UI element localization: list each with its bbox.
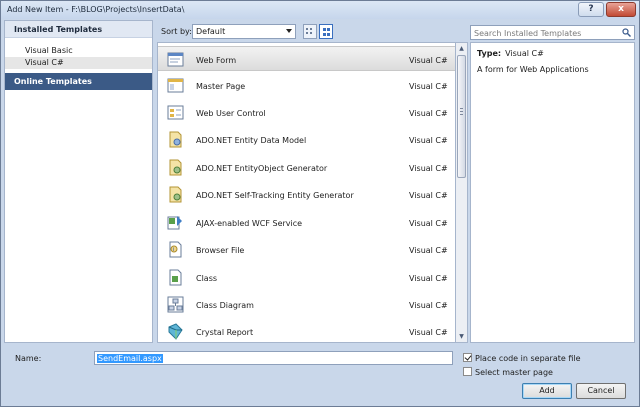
list-scrollbar[interactable]: ▲ ▼ bbox=[456, 42, 468, 343]
sort-value: Default bbox=[196, 27, 226, 36]
installed-templates-header[interactable]: Installed Templates bbox=[5, 21, 152, 38]
template-language: Visual C# bbox=[409, 219, 448, 228]
cancel-button[interactable]: Cancel bbox=[576, 383, 626, 399]
search-icon[interactable] bbox=[622, 28, 631, 37]
list-item[interactable]: Web User Control Visual C# bbox=[158, 100, 455, 125]
template-name: Class bbox=[196, 274, 218, 283]
sort-dropdown[interactable]: Default bbox=[192, 24, 296, 39]
search-placeholder: Search Installed Templates bbox=[474, 29, 582, 38]
template-name: Browser File bbox=[196, 246, 245, 255]
template-language: Visual C# bbox=[409, 328, 448, 337]
list-item[interactable]: i Browser File Visual C# bbox=[158, 237, 455, 262]
online-templates-header[interactable]: Online Templates bbox=[5, 73, 152, 90]
template-name: Web User Control bbox=[196, 109, 266, 118]
scroll-up-icon[interactable]: ▲ bbox=[456, 43, 467, 54]
medium-icons-view-button[interactable] bbox=[319, 24, 333, 39]
sort-label: Sort by: bbox=[161, 27, 192, 36]
template-name: AJAX-enabled WCF Service bbox=[196, 219, 303, 228]
close-button[interactable]: x bbox=[606, 2, 636, 17]
small-icons-view-button[interactable] bbox=[303, 24, 317, 39]
place-code-label[interactable]: Place code in separate file bbox=[475, 354, 581, 363]
chevron-down-icon bbox=[286, 29, 292, 33]
list-item[interactable]: AJAX-enabled WCF Service Visual C# bbox=[158, 210, 455, 235]
self-tracking-generator-icon bbox=[169, 186, 182, 203]
template-tree: Installed Templates Visual Basic Visual … bbox=[4, 20, 153, 343]
sort-toolbar: Sort by: Default bbox=[157, 20, 467, 42]
wcf-service-icon bbox=[167, 216, 182, 230]
search-input[interactable]: Search Installed Templates bbox=[470, 25, 635, 40]
scroll-thumb[interactable] bbox=[457, 55, 466, 178]
list-item[interactable]: Web Form Visual C# bbox=[158, 46, 455, 71]
name-value: SendEmail.aspx bbox=[97, 354, 163, 363]
select-master-page-label[interactable]: Select master page bbox=[475, 368, 553, 377]
list-item[interactable]: Crystal Report Visual C# bbox=[158, 319, 455, 342]
template-name: Class Diagram bbox=[196, 301, 254, 310]
list-item[interactable]: Master Page Visual C# bbox=[158, 73, 455, 98]
template-language: Visual C# bbox=[409, 164, 448, 173]
web-form-icon bbox=[167, 52, 184, 67]
template-language: Visual C# bbox=[409, 191, 448, 200]
help-button[interactable]: ? bbox=[578, 2, 604, 17]
template-language: Visual C# bbox=[409, 274, 448, 283]
name-label: Name: bbox=[15, 354, 42, 363]
template-name: Crystal Report bbox=[196, 328, 254, 337]
template-language: Visual C# bbox=[409, 82, 448, 91]
select-master-page-checkbox[interactable] bbox=[463, 367, 472, 376]
tree-item-visual-basic[interactable]: Visual Basic bbox=[5, 45, 152, 57]
template-name: Master Page bbox=[196, 82, 246, 91]
template-name: ADO.NET Self-Tracking Entity Generator bbox=[196, 191, 354, 200]
template-name: ADO.NET EntityObject Generator bbox=[196, 164, 328, 173]
place-code-checkbox[interactable] bbox=[463, 353, 472, 362]
template-description: A form for Web Applications bbox=[477, 65, 589, 74]
list-item[interactable]: Class Diagram Visual C# bbox=[158, 292, 455, 317]
tree-item-visual-csharp[interactable]: Visual C# bbox=[5, 57, 152, 69]
list-item[interactable]: ADO.NET Self-Tracking Entity Generator V… bbox=[158, 182, 455, 207]
list-item[interactable]: Class Visual C# bbox=[158, 265, 455, 290]
scroll-down-icon[interactable]: ▼ bbox=[456, 331, 467, 342]
template-details: Type: Visual C# A form for Web Applicatio… bbox=[470, 42, 635, 343]
template-name: Web Form bbox=[196, 56, 237, 65]
type-label: Type: bbox=[477, 49, 502, 58]
class-icon bbox=[169, 269, 182, 286]
crystal-report-icon bbox=[168, 323, 183, 340]
type-line: Type: Visual C# bbox=[477, 49, 544, 58]
name-field[interactable]: SendEmail.aspx bbox=[94, 351, 453, 365]
template-language: Visual C# bbox=[409, 301, 448, 310]
template-language: Visual C# bbox=[409, 246, 448, 255]
template-name: ADO.NET Entity Data Model bbox=[196, 136, 307, 145]
class-diagram-icon bbox=[167, 296, 184, 313]
template-list: Web Form Visual C# Master Page Visual C#… bbox=[157, 42, 456, 343]
template-language: Visual C# bbox=[409, 56, 448, 65]
entity-generator-icon bbox=[169, 159, 182, 176]
title-bar[interactable]: Add New Item - F:\BLOG\Projects\InsertDa… bbox=[1, 1, 639, 19]
template-language: Visual C# bbox=[409, 136, 448, 145]
template-language: Visual C# bbox=[409, 109, 448, 118]
list-item[interactable]: ADO.NET EntityObject Generator Visual C# bbox=[158, 155, 455, 180]
master-page-icon bbox=[167, 78, 184, 93]
browser-file-icon: i bbox=[169, 241, 182, 258]
svg-text:i: i bbox=[173, 247, 174, 253]
dialog-window: Add New Item - F:\BLOG\Projects\InsertDa… bbox=[0, 0, 640, 407]
window-title: Add New Item - F:\BLOG\Projects\InsertDa… bbox=[7, 5, 185, 14]
user-control-icon bbox=[167, 105, 184, 120]
type-value: Visual C# bbox=[505, 49, 544, 58]
add-button[interactable]: Add bbox=[522, 383, 572, 399]
entity-model-icon bbox=[169, 131, 182, 148]
list-item[interactable]: ADO.NET Entity Data Model Visual C# bbox=[158, 127, 455, 152]
